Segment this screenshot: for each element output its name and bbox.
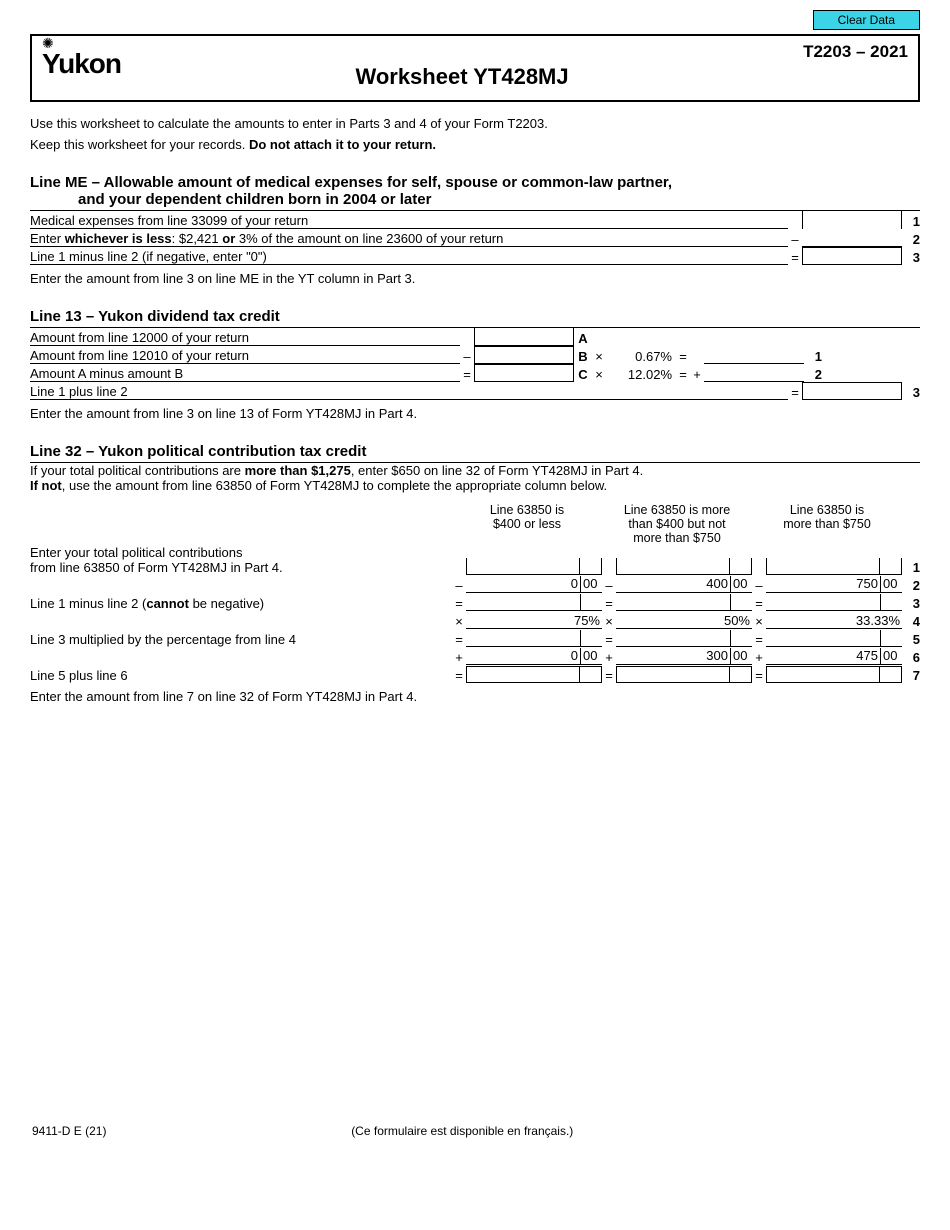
pol-r6-c2d: 300	[616, 648, 730, 664]
pol-r1-desc: Enter your total political contributions…	[30, 545, 452, 575]
pol-r5-c1[interactable]	[466, 630, 580, 646]
pol-intro1: If your total political contributions ar…	[30, 463, 920, 478]
pol-r2-c1d: 0	[466, 576, 580, 592]
pol-r4-num: 4	[902, 614, 920, 629]
me-row3-amount[interactable]	[802, 247, 902, 265]
div-r4-desc: Line 1 plus line 2	[30, 384, 788, 400]
div-r3-plus: +	[690, 367, 704, 382]
div-r3-eq: =	[676, 367, 690, 382]
pol-r2-c3d: 750	[766, 576, 880, 592]
pol-col3-head: Line 63850 ismore than $750	[752, 503, 902, 545]
pol-r7-c2[interactable]	[617, 667, 729, 682]
div-r3-mult: ×	[592, 367, 606, 382]
div-r3-num: 2	[804, 367, 822, 382]
pol-r5-num: 5	[902, 632, 920, 647]
pol-r2-num: 2	[902, 578, 920, 593]
pol-r4-c3: 33.33%	[766, 612, 902, 629]
yukon-logo: ✺ Yukon	[42, 42, 121, 76]
pol-intro2: If not, use the amount from line 63850 o…	[30, 478, 920, 493]
pol-r5-desc: Line 3 multiplied by the percentage from…	[30, 632, 452, 647]
me-row3-op: =	[788, 250, 802, 265]
pol-r3-c2[interactable]	[616, 594, 730, 610]
pol-r3-c3[interactable]	[766, 594, 880, 610]
pol-r5-c2[interactable]	[616, 630, 730, 646]
intro-text: Use this worksheet to calculate the amou…	[30, 116, 920, 152]
pol-r1-c1[interactable]	[467, 558, 579, 574]
div-r2-desc: Amount from line 12010 of your return	[30, 348, 460, 364]
div-r1-amt[interactable]	[474, 328, 574, 346]
pol-r7-desc: Line 5 plus line 6	[30, 668, 452, 683]
me-row2-desc: Enter whichever is less: $2,421 or 3% of…	[30, 231, 788, 247]
section-me-heading: Line ME – Allowable amount of medical ex…	[30, 174, 920, 208]
pol-r1-c3[interactable]	[767, 558, 879, 574]
div-r3-pct: 12.02%	[606, 367, 676, 382]
header-box: ✺ Yukon Worksheet YT428MJ T2203 – 2021	[30, 34, 920, 102]
pol-note: Enter the amount from line 7 on line 32 …	[30, 689, 920, 704]
page-title: Worksheet YT428MJ	[121, 64, 803, 90]
form-id: T2203 – 2021	[803, 42, 908, 62]
intro-p1: Use this worksheet to calculate the amou…	[30, 116, 920, 131]
div-r2-op1: –	[460, 349, 474, 364]
div-r4-num: 3	[902, 385, 920, 400]
footer-left: 9411-D E (21)	[32, 1124, 106, 1138]
div-r1-desc: Amount from line 12000 of your return	[30, 330, 460, 346]
pol-r1-num: 1	[902, 560, 920, 575]
div-r3-res[interactable]	[704, 364, 804, 382]
div-r2-letter: B	[574, 349, 592, 364]
me-row2-amount[interactable]	[802, 229, 902, 247]
div-r1-letter: A	[574, 331, 592, 346]
div-r3-desc: Amount A minus amount B	[30, 366, 460, 382]
div-r3-letter: C	[574, 367, 592, 382]
me-row3-num: 3	[902, 250, 920, 265]
me-row1-num: 1	[902, 214, 920, 229]
section-pol-heading: Line 32 – Yukon political contribution t…	[30, 443, 920, 460]
me-row1-desc: Medical expenses from line 33099 of your…	[30, 213, 788, 229]
div-r4-eq: =	[788, 385, 802, 400]
pol-r6-num: 6	[902, 650, 920, 665]
pol-r7-c3[interactable]	[767, 667, 879, 682]
div-r2-mult: ×	[592, 349, 606, 364]
pol-r3-c1[interactable]	[466, 594, 580, 610]
me-row3-desc: Line 1 minus line 2 (if negative, enter …	[30, 249, 788, 265]
pol-r6-c3d: 475	[766, 648, 880, 664]
pol-r7-num: 7	[902, 668, 920, 683]
me-row2-num: 2	[902, 232, 920, 247]
div-r2-amt[interactable]	[474, 346, 574, 364]
div-r3-amt[interactable]	[474, 364, 574, 382]
me-row1-amount[interactable]	[802, 211, 902, 229]
pol-r7-c1[interactable]	[467, 667, 579, 682]
pol-r4-c2: 50%	[616, 612, 752, 629]
div-r2-res[interactable]	[704, 346, 804, 364]
clear-data-button[interactable]: Clear Data	[813, 10, 920, 30]
pol-r4-c1: 75%	[466, 612, 602, 629]
intro-p2: Keep this worksheet for your records. Do…	[30, 137, 920, 152]
section-div-heading: Line 13 – Yukon dividend tax credit	[30, 308, 920, 325]
div-r4-res[interactable]	[802, 382, 902, 400]
me-note: Enter the amount from line 3 on line ME …	[30, 271, 920, 286]
footer-center: (Ce formulaire est disponible en françai…	[351, 1124, 573, 1138]
pol-r2-c2d: 400	[616, 576, 730, 592]
pol-r5-c3[interactable]	[766, 630, 880, 646]
pol-r3-desc: Line 1 minus line 2 (cannot be negative)	[30, 596, 452, 611]
pol-r6-c1d: 0	[466, 648, 580, 664]
div-r2-pct: 0.67%	[606, 349, 676, 364]
div-note: Enter the amount from line 3 on line 13 …	[30, 406, 920, 421]
pol-r3-num: 3	[902, 596, 920, 611]
me-row2-op: –	[788, 232, 802, 247]
pol-col1-head: Line 63850 is$400 or less	[452, 503, 602, 545]
div-r3-op1: =	[460, 367, 474, 382]
pol-col2-head: Line 63850 is morethan $400 but notmore …	[602, 503, 752, 545]
logo-text: Yukon	[42, 53, 121, 75]
pol-r1-c2[interactable]	[617, 558, 729, 574]
div-r2-eq: =	[676, 349, 690, 364]
div-r2-num: 1	[804, 349, 822, 364]
